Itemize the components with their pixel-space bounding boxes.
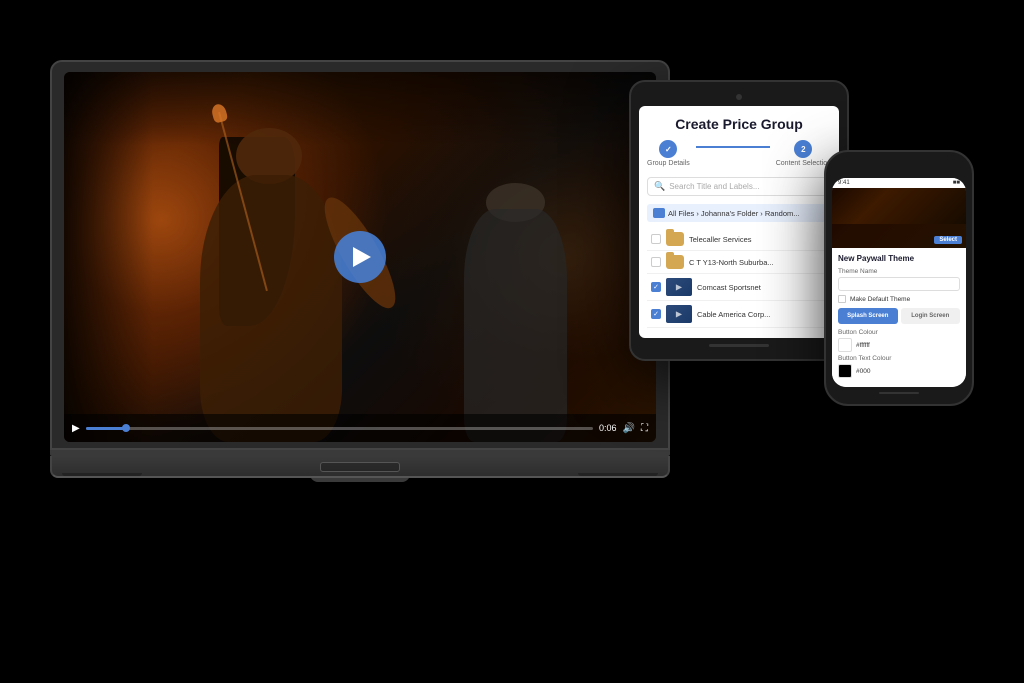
controls-play-icon[interactable]: ▶ xyxy=(72,423,80,434)
file-4-thumbnail xyxy=(666,305,692,323)
phone-button-text-colour-swatch[interactable] xyxy=(838,364,852,378)
progress-bar-fill xyxy=(86,427,127,430)
step-2-circle: 2 xyxy=(794,140,812,158)
file-2-name: C T Y13-North Suburba... xyxy=(689,258,827,267)
video-controls-bar: ▶ 0:06 🔊 ⛶ xyxy=(64,414,656,442)
phone-default-checkbox[interactable] xyxy=(838,295,846,303)
search-icon: 🔍 xyxy=(654,181,665,192)
stepper-row: ✓ Group Details 2 Content Selection xyxy=(647,140,831,167)
phone-tab-login[interactable]: Login Screen xyxy=(901,308,961,324)
file-2-checkbox[interactable] xyxy=(651,257,661,267)
file-3-checkbox[interactable] xyxy=(651,282,661,292)
phone-status-bar: 9:41 ■■ xyxy=(832,178,966,188)
file-1-checkbox[interactable] xyxy=(651,234,661,244)
scene: ▶ 0:06 🔊 ⛶ xyxy=(0,0,1024,683)
singer-silhouette xyxy=(153,128,390,443)
bg-musician-body xyxy=(464,209,568,442)
fullscreen-icon[interactable]: ⛶ xyxy=(641,423,648,434)
file-row-4[interactable]: Cable America Corp... xyxy=(647,301,831,328)
file-4-name: Cable America Corp... xyxy=(697,310,827,319)
play-triangle-icon xyxy=(353,247,371,267)
tablet-screen: Create Price Group ✓ Group Details xyxy=(639,106,839,338)
phone-button-colour-label: Button Colour xyxy=(838,329,960,336)
laptop-screen: ▶ 0:06 🔊 ⛶ xyxy=(64,72,656,442)
stepper-step-2: 2 Content Selection xyxy=(776,140,831,167)
phone-battery: ■■ xyxy=(953,180,960,186)
tablet-camera xyxy=(736,94,742,100)
phone-button-colour-value: #ffffff xyxy=(856,342,870,349)
phone-button-text-colour-label: Button Text Colour xyxy=(838,355,960,362)
phone-home-indicator xyxy=(879,392,919,394)
tablet-frame: Create Price Group ✓ Group Details xyxy=(629,80,849,361)
laptop-base xyxy=(50,456,670,478)
video-background: ▶ 0:06 🔊 ⛶ xyxy=(64,72,656,442)
file-row-1[interactable]: Telecaller Services xyxy=(647,228,831,251)
step-1-label: Group Details xyxy=(647,160,690,167)
step-connector xyxy=(696,146,770,148)
phone-tab-splash[interactable]: Splash Screen xyxy=(838,308,898,324)
breadcrumb-folder-icon xyxy=(653,208,665,218)
tablet-page-title: Create Price Group xyxy=(647,116,831,132)
volume-icon[interactable]: 🔊 xyxy=(623,423,635,434)
breadcrumb-row[interactable]: All Files › Johanna's Folder › Random... xyxy=(647,204,831,222)
bg-musician xyxy=(449,183,597,442)
progress-bar-track[interactable] xyxy=(86,427,593,430)
video-play-button[interactable] xyxy=(334,231,386,283)
phone-button-text-colour-value: #000 xyxy=(856,368,870,375)
laptop: ▶ 0:06 🔊 ⛶ xyxy=(50,60,670,478)
file-row-3[interactable]: Comcast Sportsnet xyxy=(647,274,831,301)
laptop-feet-left xyxy=(62,473,142,476)
step-1-circle: ✓ xyxy=(659,140,677,158)
file-3-thumbnail xyxy=(666,278,692,296)
step-2-label: Content Selection xyxy=(776,160,831,167)
breadcrumb-text: All Files › Johanna's Folder › Random... xyxy=(668,209,799,218)
phone-section-title: New Paywall Theme xyxy=(838,254,960,263)
phone-frame: 9:41 ■■ Select New Paywall Theme Theme N… xyxy=(824,150,974,406)
phone-screen: 9:41 ■■ Select New Paywall Theme Theme N… xyxy=(832,178,966,387)
stepper-step-1: ✓ Group Details xyxy=(647,140,690,167)
phone-form-area: New Paywall Theme Theme Name Make Defaul… xyxy=(832,248,966,387)
file-list: Telecaller Services C T Y13-North Suburb… xyxy=(647,228,831,328)
file-2-folder-icon xyxy=(666,255,684,269)
phone-video-thumbnail[interactable]: Select xyxy=(832,188,966,248)
phone-button-colour-row: #ffffff xyxy=(838,338,960,352)
phone-time: 9:41 xyxy=(838,180,850,186)
phone-video-select-button[interactable]: Select xyxy=(934,236,962,244)
phone-default-checkbox-row: Make Default Theme xyxy=(838,295,960,303)
file-1-folder-icon xyxy=(666,232,684,246)
file-1-name: Telecaller Services xyxy=(689,235,827,244)
phone-button-text-colour-row: #000 xyxy=(838,364,960,378)
tablet: Create Price Group ✓ Group Details xyxy=(629,80,849,361)
phone: 9:41 ■■ Select New Paywall Theme Theme N… xyxy=(824,150,974,406)
file-4-checkbox[interactable] xyxy=(651,309,661,319)
phone-tab-row: Splash Screen Login Screen xyxy=(838,308,960,324)
singer-body xyxy=(200,175,342,442)
phone-default-label: Make Default Theme xyxy=(850,296,910,303)
laptop-trackpad[interactable] xyxy=(320,462,400,472)
laptop-screen-outer: ▶ 0:06 🔊 ⛶ xyxy=(50,60,670,450)
search-bar[interactable]: 🔍 Search Title and Labels... xyxy=(647,177,831,196)
step-1-check-icon: ✓ xyxy=(665,145,672,154)
time-display: 0:06 xyxy=(599,423,617,433)
tablet-home-bar xyxy=(709,344,769,347)
progress-dot xyxy=(122,424,130,432)
search-placeholder-text: Search Title and Labels... xyxy=(669,182,824,191)
phone-theme-name-input[interactable] xyxy=(838,277,960,291)
file-row-2[interactable]: C T Y13-North Suburba... xyxy=(647,251,831,274)
laptop-feet-right xyxy=(578,473,658,476)
tablet-content: Create Price Group ✓ Group Details xyxy=(639,106,839,338)
phone-notch xyxy=(874,162,924,174)
phone-button-colour-swatch[interactable] xyxy=(838,338,852,352)
phone-theme-name-label: Theme Name xyxy=(838,268,960,275)
file-3-name: Comcast Sportsnet xyxy=(697,283,827,292)
step-2-number: 2 xyxy=(801,145,805,154)
